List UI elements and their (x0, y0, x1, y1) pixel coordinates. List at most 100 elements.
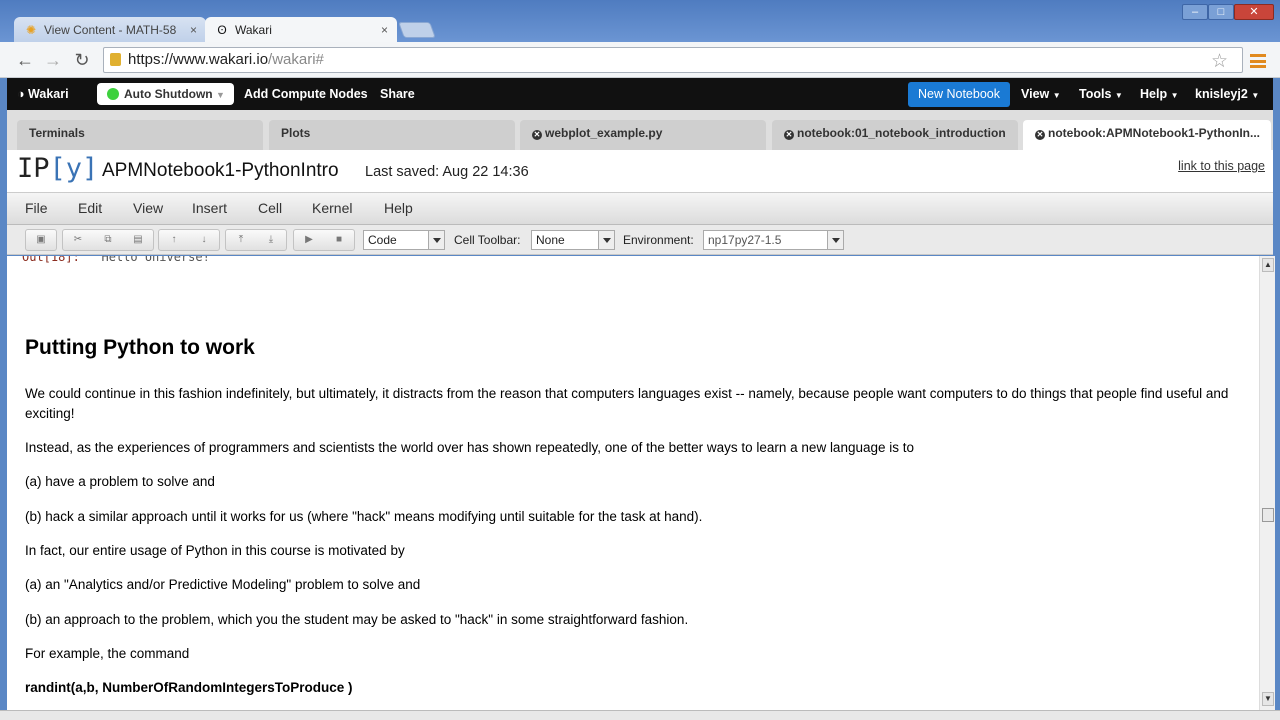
scroll-down-icon[interactable]: ▼ (1262, 692, 1274, 706)
save-icon[interactable]: ▣ (26, 230, 56, 250)
brand-label: Wakari (28, 87, 69, 101)
paragraph: Instead, as the experiences of programme… (25, 440, 915, 455)
cut-icon[interactable]: ✂ (63, 230, 93, 250)
dropdown-arrow-icon (827, 231, 843, 249)
last-saved: Last saved: Aug 22 14:36 (365, 164, 529, 180)
out-prompt: Out[18]: (22, 256, 80, 264)
notebook-menubar: File Edit View Insert Cell Kernel Help (7, 192, 1273, 225)
run-icon[interactable]: ▶ (294, 230, 324, 250)
tab-terminals[interactable]: Terminals (17, 120, 263, 150)
tab-label: webplot_example.py (545, 126, 663, 140)
menu-view[interactable]: View (133, 193, 163, 224)
back-arrow-icon[interactable]: ← (14, 49, 36, 71)
browser-tab-wakari[interactable]: ʘ Wakari × (205, 17, 397, 43)
add-compute-nodes-link[interactable]: Add Compute Nodes (244, 78, 368, 110)
tab-label: Plots (281, 126, 311, 140)
caret-down-icon: ▼ (1114, 91, 1123, 100)
output-line: Out[18]: 'Hello Universe!' (22, 256, 217, 264)
cell-toolbar-label: Cell Toolbar: (454, 233, 521, 247)
caret-down-icon: ▼ (215, 90, 225, 100)
reload-icon[interactable]: ↻ (71, 49, 93, 71)
vertical-scrollbar[interactable]: ▲ ▼ (1259, 256, 1275, 710)
copy-icon[interactable]: ⧉ (93, 230, 123, 250)
environment-value: np17py27-1.5 (708, 233, 782, 247)
cell-toolbar-value: None (536, 233, 565, 247)
auto-shutdown-label: Auto Shutdown (124, 87, 213, 101)
user-menu[interactable]: knisleyj2 ▼ (1195, 78, 1259, 112)
menu-insert[interactable]: Insert (192, 193, 227, 224)
sun-icon: ✺ (25, 23, 37, 37)
browser-tab-label: Wakari (235, 23, 272, 37)
environment-label: Environment: (623, 233, 694, 247)
tab-plots[interactable]: Plots (269, 120, 515, 150)
paragraph: In fact, our entire usage of Python in t… (25, 543, 405, 558)
caret-down-icon: ▼ (1052, 91, 1061, 100)
star-icon[interactable]: ☆ (1211, 50, 1228, 74)
browser-tab-view-content[interactable]: ✺ View Content - MATH-58 × (14, 17, 206, 43)
insert-below-icon[interactable]: ⤓ (256, 230, 286, 250)
lock-icon (110, 53, 121, 66)
maximize-icon[interactable]: □ (1208, 4, 1234, 20)
view-label: View (1021, 87, 1050, 101)
view-menu[interactable]: View ▼ (1021, 78, 1061, 112)
tab-notebook-apm[interactable]: ✕ notebook:APMNotebook1-PythonIn... (1023, 120, 1271, 150)
close-icon[interactable]: × (190, 17, 197, 43)
link-to-page[interactable]: link to this page (1178, 159, 1265, 173)
tab-label: Terminals (29, 126, 85, 140)
menu-edit[interactable]: Edit (78, 193, 102, 224)
url-main: https://www.wakari.io (128, 51, 269, 68)
close-icon[interactable]: × (381, 17, 388, 43)
cell-type-select[interactable]: Code (363, 230, 445, 250)
close-icon[interactable]: ✕ (1035, 130, 1045, 140)
move-up-icon[interactable]: ↑ (159, 230, 189, 250)
notebook-content: Out[18]: 'Hello Universe!' Putting Pytho… (7, 256, 1259, 710)
close-icon[interactable]: ✕ (532, 130, 542, 140)
browser-toolbar: ← → ↻ https://www.wakari.io/wakari# ☆ (0, 42, 1280, 78)
dropdown-arrow-icon (428, 231, 444, 249)
tab-label: notebook:01_notebook_introduction (797, 126, 1006, 140)
browser-tab-label: View Content - MATH-58 (44, 23, 177, 37)
menu-help[interactable]: Help (384, 193, 413, 224)
wakari-icon: ʘ (217, 23, 227, 37)
tab-label: notebook:APMNotebook1-PythonIn... (1048, 126, 1260, 140)
forward-arrow-icon[interactable]: → (42, 49, 64, 71)
environment-select[interactable]: np17py27-1.5 (703, 230, 844, 250)
browser-tab-strip: ✺ View Content - MATH-58 × ʘ Wakari × – … (0, 0, 1280, 43)
dropdown-arrow-icon (598, 231, 614, 249)
scroll-thumb[interactable] (1262, 508, 1274, 522)
status-strip (0, 710, 1280, 720)
caret-down-icon: ▼ (1170, 91, 1179, 100)
browser-menu-icon[interactable] (1250, 54, 1266, 68)
paragraph: (a) have a problem to solve and (25, 474, 215, 489)
new-tab-button[interactable] (398, 22, 436, 38)
wakari-navbar: ◑ Wakari Auto Shutdown ▼ Add Compute Nod… (7, 78, 1273, 110)
wakari-brand[interactable]: ◑ Wakari (17, 78, 69, 110)
user-label: knisleyj2 (1195, 87, 1248, 101)
cell-toolbar-select[interactable]: None (531, 230, 615, 250)
tools-menu[interactable]: Tools ▼ (1079, 78, 1123, 112)
notebook-title[interactable]: APMNotebook1-PythonIntro (102, 160, 339, 182)
url-path: /wakari# (268, 51, 324, 68)
menu-kernel[interactable]: Kernel (312, 193, 352, 224)
close-window-icon[interactable]: ✕ (1234, 4, 1274, 20)
close-icon[interactable]: ✕ (784, 130, 794, 140)
tab-webplot-example[interactable]: ✕ webplot_example.py (520, 120, 766, 150)
move-down-icon[interactable]: ↓ (189, 230, 219, 250)
help-menu[interactable]: Help ▼ (1140, 78, 1179, 112)
logo-ip: IP (17, 153, 50, 184)
insert-above-icon[interactable]: ⤒ (226, 230, 256, 250)
notebook-toolbar: ▣ ✂ ⧉ ▤ ↑ ↓ ⤒ ⤓ ▶ ■ Code Cell Toolbar: N… (7, 225, 1273, 255)
menu-cell[interactable]: Cell (258, 193, 282, 224)
menu-file[interactable]: File (25, 193, 48, 224)
tab-notebook-introduction[interactable]: ✕ notebook:01_notebook_introduction (772, 120, 1018, 150)
minimize-icon[interactable]: – (1182, 4, 1208, 20)
paragraph: For example, the command (25, 646, 190, 661)
auto-shutdown-button[interactable]: Auto Shutdown ▼ (97, 83, 234, 105)
logo-y: [y] (49, 153, 99, 184)
address-bar[interactable]: https://www.wakari.io/wakari# ☆ (103, 47, 1243, 73)
scroll-up-icon[interactable]: ▲ (1262, 258, 1274, 272)
stop-icon[interactable]: ■ (324, 230, 354, 250)
share-link[interactable]: Share (380, 78, 415, 110)
paste-icon[interactable]: ▤ (123, 230, 153, 250)
new-notebook-button[interactable]: New Notebook (908, 82, 1010, 107)
